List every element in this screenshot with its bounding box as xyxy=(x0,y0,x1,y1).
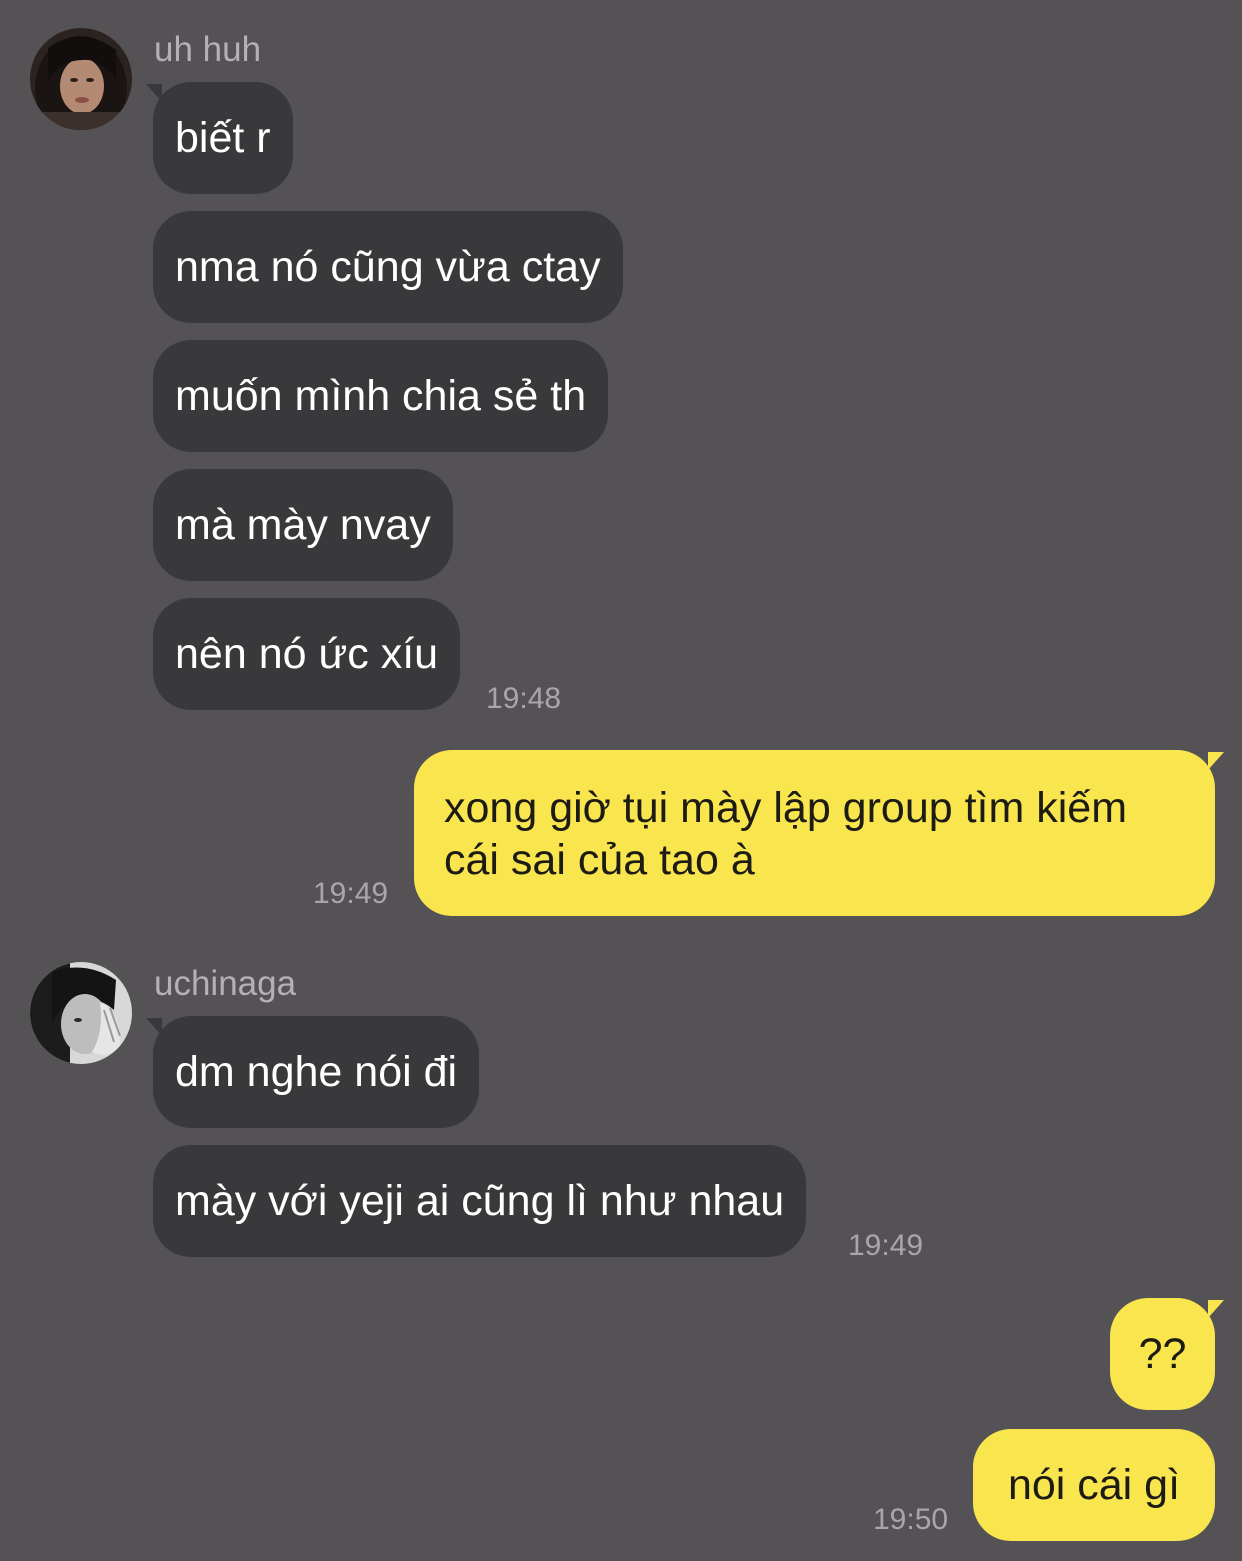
avatar-uchinaga[interactable] xyxy=(30,962,132,1064)
outgoing-message-bubble[interactable]: nói cái gì xyxy=(973,1429,1215,1541)
bubble-tail xyxy=(1208,1300,1224,1318)
bubble-tail xyxy=(1208,752,1224,770)
message-text: dm nghe nói đi xyxy=(175,1048,458,1096)
incoming-message-bubble[interactable]: mà mày nvay xyxy=(153,469,453,581)
message-timestamp: 19:49 xyxy=(848,1229,924,1262)
user-photo-icon xyxy=(30,962,132,1064)
message-text: mà mày nvay xyxy=(175,501,431,549)
incoming-message-bubble[interactable]: nên nó ức xíu xyxy=(153,598,461,710)
message-line: cái sai của tao à xyxy=(444,836,755,884)
message-text: mày với yeji ai cũng lì như nhau xyxy=(175,1177,785,1225)
message-text: muốn mình chia sẻ th xyxy=(175,372,587,420)
message-timestamp: 19:50 xyxy=(873,1503,949,1536)
user-photo-icon xyxy=(30,28,132,130)
incoming-message-bubble[interactable]: biết r xyxy=(153,82,293,194)
message-text: nma nó cũng vừa ctay xyxy=(175,243,601,291)
message-text: ?? xyxy=(1138,1330,1187,1378)
message-text: nói cái gì xyxy=(1007,1461,1181,1509)
outgoing-message-bubble[interactable]: xong giờ tụi mày lập group tìm kiếm cái … xyxy=(414,750,1215,916)
message-timestamp: 19:49 xyxy=(313,877,389,910)
message-text: biết r xyxy=(175,114,271,162)
avatar-uh-huh[interactable] xyxy=(30,28,132,130)
incoming-message-bubble[interactable]: nma nó cũng vừa ctay xyxy=(153,211,623,323)
incoming-message-bubble[interactable]: mày với yeji ai cũng lì như nhau xyxy=(153,1145,807,1257)
message-line: xong giờ tụi mày lập group tìm kiếm xyxy=(444,784,1128,832)
sender-name: uchinaga xyxy=(154,964,297,1003)
message-timestamp: 19:48 xyxy=(486,682,562,715)
incoming-message-bubble[interactable]: muốn mình chia sẻ th xyxy=(153,340,609,452)
outgoing-message-bubble[interactable]: ?? xyxy=(1110,1298,1215,1410)
message-text: nên nó ức xíu xyxy=(175,630,439,678)
incoming-message-bubble[interactable]: dm nghe nói đi xyxy=(153,1016,480,1128)
message-text: xong giờ tụi mày lập group tìm kiếm cái … xyxy=(444,782,1127,886)
sender-name: uh huh xyxy=(154,30,262,69)
